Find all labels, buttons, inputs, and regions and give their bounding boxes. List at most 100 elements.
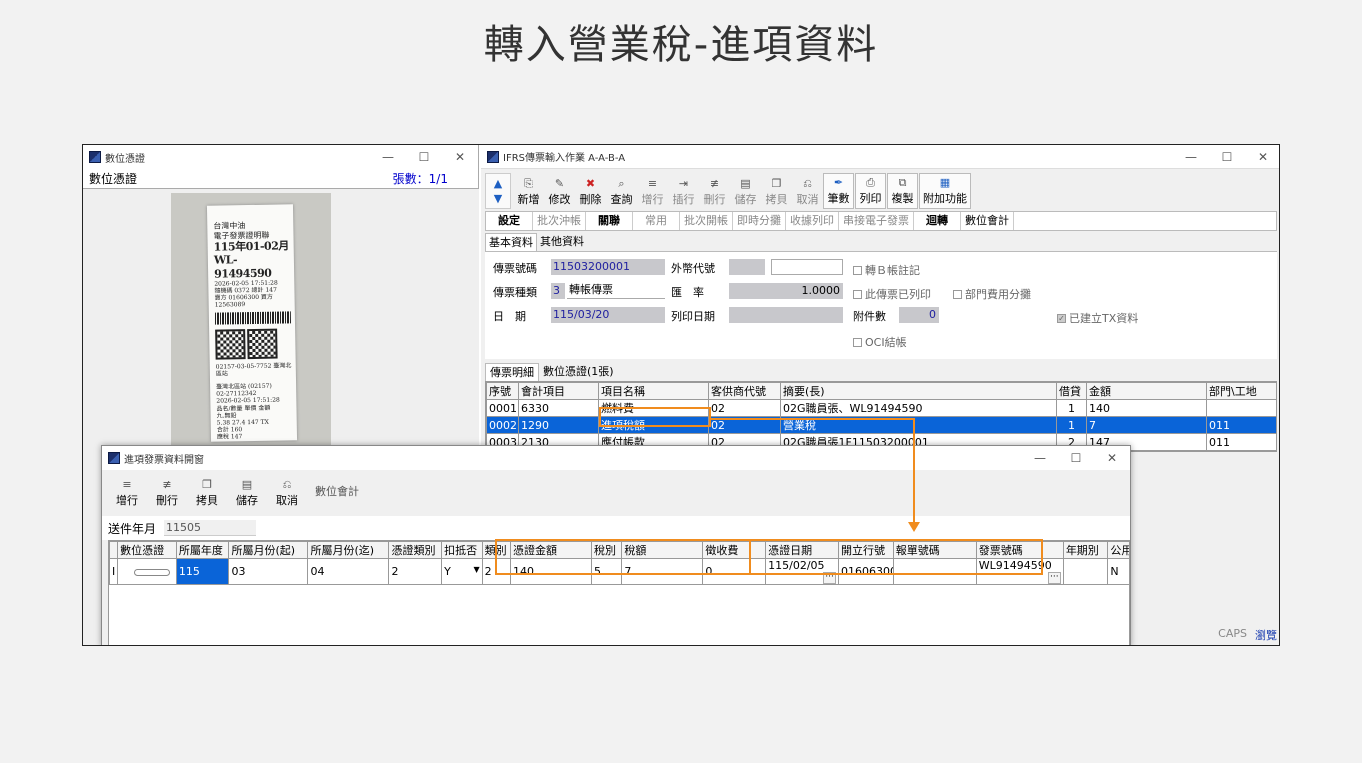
cell-seq: 0001	[486, 399, 519, 417]
edit-button[interactable]: ✎ 修改	[544, 173, 575, 209]
arrow-up-icon[interactable]: ▲	[494, 177, 502, 190]
voucher-no-field[interactable]: 11503200001	[551, 259, 665, 275]
cell-deductible[interactable]: Y ▼	[441, 558, 483, 585]
cert-attachment-cell[interactable]	[117, 558, 177, 585]
date-field[interactable]: 115/03/20	[551, 307, 665, 323]
col-header: 憑證金額	[509, 541, 592, 559]
duplicate-button[interactable]: ⧉ 複製	[887, 173, 918, 209]
cell-cert-type[interactable]: 2	[388, 558, 443, 585]
cancel-icon: ⎌	[282, 478, 292, 491]
oci-checkbox[interactable]: OCI結帳	[853, 334, 907, 350]
app-icon	[89, 151, 101, 163]
cell-issuer-no[interactable]: 01606300	[838, 558, 894, 585]
cell-cert-date[interactable]: 115/02/05 ···	[765, 558, 840, 585]
attach-field[interactable]: 0	[899, 307, 939, 323]
duplicate-icon: ⧉	[898, 176, 907, 189]
cell-fee[interactable]: 0	[702, 558, 767, 585]
copy-button[interactable]: ❐ 拷貝	[761, 173, 792, 209]
tab-voucher-detail[interactable]: 傳票明細	[485, 363, 539, 381]
fx-code-field[interactable]	[729, 259, 765, 275]
tab-basic-info[interactable]: 基本資料	[485, 233, 537, 251]
cell-month-from[interactable]: 03	[228, 558, 309, 585]
insert-row-button[interactable]: ⇥ 插行	[668, 173, 699, 209]
maximize-icon[interactable]: ☐	[1058, 451, 1094, 465]
table-row[interactable]: 0001 6330 燃料費 02 02G職員張、WL91494590 1 140	[486, 399, 1277, 417]
col-header: 徵收費	[702, 541, 767, 559]
tab-digital-acct[interactable]: 數位會計	[961, 212, 1014, 230]
cancel-button[interactable]: ⎌ 取消	[268, 474, 306, 510]
send-month-field[interactable]: 11505	[164, 520, 257, 536]
cell-tax-type[interactable]: 5	[590, 558, 623, 585]
cell-decl-no[interactable]	[892, 558, 977, 585]
send-month-row: 送件年月 11505	[102, 516, 1130, 540]
cell-month-to[interactable]: 04	[307, 558, 390, 585]
minimize-icon[interactable]: —	[1022, 451, 1058, 465]
tab-settings[interactable]: 設定	[486, 212, 533, 230]
dropdown-arrow-icon[interactable]: ▼	[473, 565, 479, 574]
save-button[interactable]: ▤ 儲存	[228, 474, 266, 510]
pen-icon: ✒	[833, 176, 844, 189]
delete-row-button[interactable]: ≢ 刪行	[148, 474, 186, 510]
invoice-grid: 數位憑證 所屬年度 所屬月份(起) 所屬月份(迄) 憑證類別 扣抵否 類別 憑證…	[108, 540, 1130, 645]
maximize-icon[interactable]: ☐	[1209, 150, 1245, 164]
cell-category[interactable]: 2	[481, 558, 511, 585]
connector-horizontal	[711, 418, 915, 420]
tx-built-checkbox[interactable]: ✓ 已建立TX資料	[1057, 310, 1138, 326]
window-controls: — ☐ ✕	[370, 150, 478, 164]
cell-amount[interactable]: 140	[509, 558, 592, 585]
cell-dc: 1	[1056, 399, 1087, 417]
cell-period[interactable]	[1062, 558, 1109, 585]
print-date-field[interactable]	[729, 307, 843, 323]
tab-digital-cert[interactable]: 數位憑證(1張)	[539, 363, 618, 381]
extra-functions-button[interactable]: ▦ 附加功能	[919, 173, 971, 209]
tab-instant-share[interactable]: 即時分攤	[733, 212, 786, 230]
minimize-icon[interactable]: —	[1173, 150, 1209, 164]
close-icon[interactable]: ✕	[1094, 451, 1130, 465]
close-icon[interactable]: ✕	[1245, 150, 1279, 164]
maximize-icon[interactable]: ☐	[406, 150, 442, 164]
cell-invoice-no[interactable]: WL91494590 ···	[975, 558, 1064, 585]
tab-e-invoice[interactable]: 串接電子發票	[839, 212, 914, 230]
new-button[interactable]: ⎘ 新增	[513, 173, 544, 209]
print-date-label: 列印日期	[671, 310, 715, 323]
query-button[interactable]: ⌕ 查詢	[606, 173, 637, 209]
cell-tax[interactable]: 7	[621, 558, 704, 585]
fx-name-field[interactable]	[771, 259, 843, 275]
delete-row-button[interactable]: ≢ 刪行	[699, 173, 730, 209]
printed-checkbox[interactable]: 此傳票已列印	[853, 286, 931, 302]
digital-acct-button[interactable]: 數位會計	[308, 474, 366, 510]
ellipsis-icon[interactable]: ···	[823, 572, 837, 584]
tab-other-info[interactable]: 其他資料	[537, 233, 587, 251]
dialog-titlebar: 進項發票資料開窗 — ☐ ✕	[102, 446, 1130, 470]
cell-utility[interactable]: N	[1107, 558, 1129, 585]
delete-button[interactable]: ✖ 刪除	[575, 173, 606, 209]
tab-related[interactable]: 關聯	[586, 212, 633, 230]
paperclip-icon[interactable]	[134, 568, 171, 576]
cancel-button[interactable]: ⎌ 取消	[792, 173, 823, 209]
voucher-type-code[interactable]: 3	[551, 283, 565, 299]
add-row-button[interactable]: ≡ 增行	[637, 173, 668, 209]
transfer-b-checkbox[interactable]: 轉Ｂ帳註記	[853, 262, 920, 278]
print-button[interactable]: ⎙ 列印	[855, 173, 886, 209]
minimize-icon[interactable]: —	[370, 150, 406, 164]
col-header: 借貸	[1056, 382, 1087, 400]
tab-reverse[interactable]: 迴轉	[914, 212, 961, 230]
tab-common[interactable]: 常用	[633, 212, 680, 230]
ellipsis-icon[interactable]: ···	[1047, 572, 1061, 584]
tab-batch-offset[interactable]: 批次沖帳	[533, 212, 586, 230]
save-button[interactable]: ▤ 儲存	[730, 173, 761, 209]
count-button[interactable]: ✒ 筆數	[823, 173, 854, 209]
arrow-down-icon[interactable]: ▼	[494, 192, 502, 205]
tab-receipt-print[interactable]: 收據列印	[786, 212, 839, 230]
tab-batch-open[interactable]: 批次開帳	[680, 212, 733, 230]
cell-year[interactable]: 115	[175, 558, 230, 585]
rate-field[interactable]: 1.0000	[729, 283, 843, 299]
close-icon[interactable]: ✕	[442, 150, 478, 164]
cert-header-label: 數位憑證	[89, 172, 138, 186]
add-row-button[interactable]: ≡ 增行	[108, 474, 146, 510]
copy-button[interactable]: ❐ 拷貝	[188, 474, 226, 510]
voucher-titlebar: IFRS傳票輸入作業 A-A-B-A — ☐ ✕	[481, 145, 1279, 169]
dept-share-checkbox[interactable]: 部門費用分攤	[953, 286, 1031, 302]
table-row[interactable]: I 115 03 04 2 Y ▼ 2 140 5 7 0 115/02/05 ··…	[109, 558, 1129, 585]
cell-acct: 1290	[518, 416, 599, 434]
